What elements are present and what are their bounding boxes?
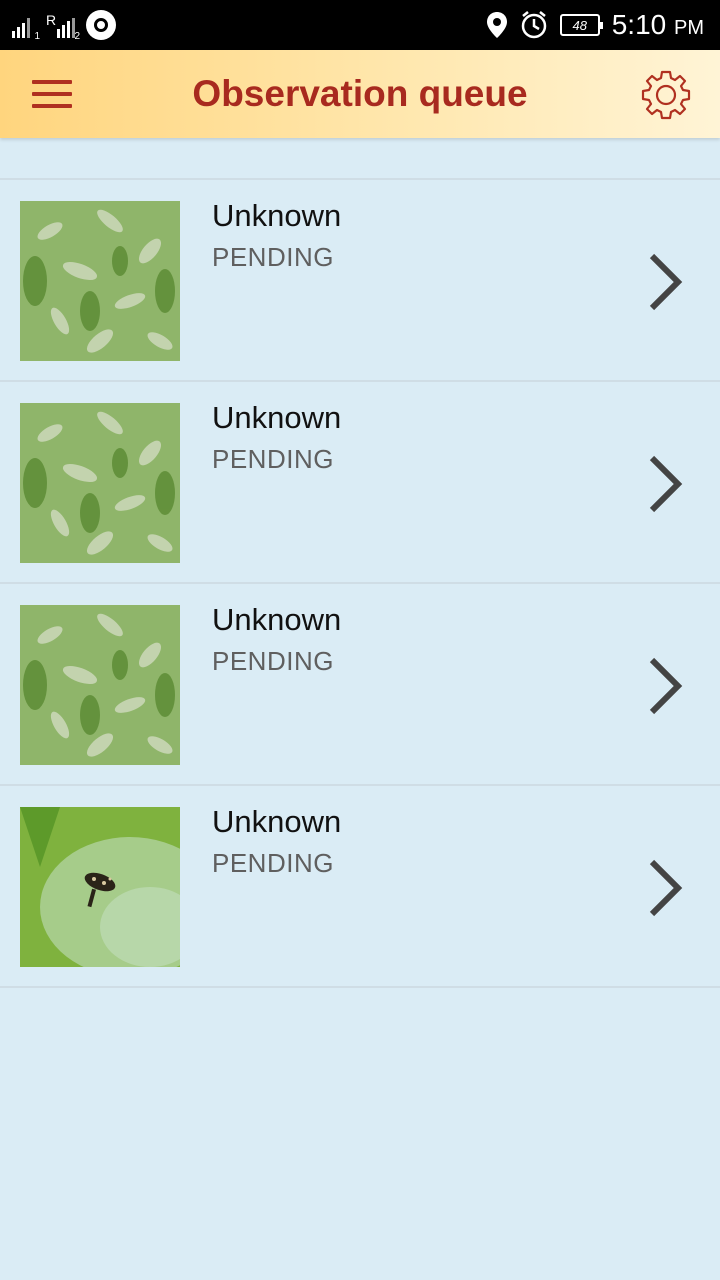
observation-status: PENDING [212,242,334,272]
chevron-right-icon[interactable] [646,454,686,514]
roaming-label: R [46,12,57,28]
observation-name: Unknown [212,400,342,435]
chevron-right-icon[interactable] [646,858,686,918]
status-bar: 1 R 2 48 5:10 PM [0,0,720,50]
observation-name: Unknown [212,602,342,637]
status-bar-left: 1 R 2 [10,8,116,42]
hamburger-menu-icon[interactable] [28,76,76,112]
chevron-right-icon[interactable] [646,656,686,716]
observation-list: Unknown PENDING Unknown PENDING Unknown … [0,178,720,988]
chevron-right-icon[interactable] [646,252,686,312]
battery-level: 48 [572,17,587,33]
list-divider [0,986,720,988]
observation-name: Unknown [212,804,342,839]
page-title: Observation queue [192,73,528,114]
battery-icon: 48 [559,14,603,36]
list-item[interactable]: Unknown PENDING [0,786,720,986]
list-item[interactable]: Unknown PENDING [0,180,720,380]
observation-status: PENDING [212,646,334,676]
observation-thumbnail [20,605,180,765]
observation-status: PENDING [212,444,334,474]
app-bar: Observation queue [0,50,720,138]
status-bar-right: 48 5:10 PM [486,0,704,50]
location-icon [486,12,507,38]
observation-status: PENDING [212,848,334,878]
roaming-signal-icon: R 2 [46,12,80,42]
gear-icon[interactable] [640,69,692,121]
observation-thumbnail [20,403,180,563]
signal-icon: 1 [10,12,40,42]
sim1-label: 1 [34,31,40,42]
observation-thumbnail [20,807,180,967]
clock: 5:10 PM [612,9,704,41]
clock-time: 5:10 [611,9,667,40]
observation-name: Unknown [212,198,342,233]
observation-thumbnail [20,201,180,361]
alarm-icon [521,11,546,39]
sim2-label: 2 [74,31,80,42]
list-item[interactable]: Unknown PENDING [0,584,720,784]
app-notification-icon [86,10,116,40]
list-item[interactable]: Unknown PENDING [0,382,720,582]
clock-ampm: PM [674,17,704,39]
